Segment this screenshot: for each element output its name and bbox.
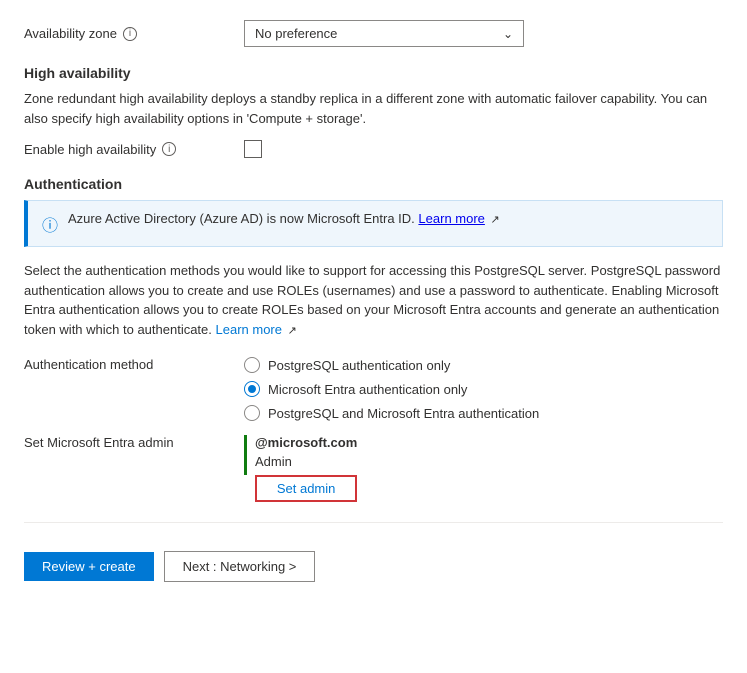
availability-zone-label: Availability zone [24, 26, 117, 41]
set-entra-admin-label: Set Microsoft Entra admin [24, 435, 174, 450]
availability-zone-dropdown[interactable]: No preference ⌄ [244, 20, 524, 47]
review-create-button[interactable]: Review + create [24, 552, 154, 581]
enable-ha-info-icon[interactable]: i [162, 142, 176, 156]
radio-label-entra: Microsoft Entra authentication only [268, 382, 467, 397]
enable-ha-checkbox[interactable] [244, 140, 262, 158]
banner-learn-more-link[interactable]: Learn more [418, 211, 484, 226]
availability-zone-value: No preference [255, 26, 337, 41]
high-availability-description: Zone redundant high availability deploys… [24, 89, 723, 128]
chevron-down-icon: ⌄ [503, 27, 513, 41]
admin-email: @microsoft.com [255, 435, 357, 450]
admin-control-group: @microsoft.com Admin Set admin [255, 435, 357, 502]
high-availability-title: High availability [24, 65, 723, 81]
radio-psql-only[interactable]: PostgreSQL authentication only [244, 357, 723, 373]
next-networking-button[interactable]: Next : Networking > [164, 551, 316, 582]
radio-psql-entra[interactable]: PostgreSQL and Microsoft Entra authentic… [244, 405, 723, 421]
info-icon: ⓘ [42, 212, 58, 236]
admin-label: Admin [255, 454, 357, 469]
banner-text: Azure Active Directory (Azure AD) is now… [68, 211, 500, 226]
set-admin-button[interactable]: Set admin [255, 475, 357, 502]
auth-method-label: Authentication method [24, 357, 153, 372]
auth-description: Select the authentication methods you wo… [24, 261, 723, 339]
authentication-title: Authentication [24, 176, 723, 192]
radio-circle-psql[interactable] [244, 357, 260, 373]
entra-info-banner: ⓘ Azure Active Directory (Azure AD) is n… [24, 200, 723, 247]
green-bar-indicator [244, 435, 247, 475]
auth-method-radio-group: PostgreSQL authentication only Microsoft… [244, 357, 723, 421]
external-link-icon: ↗ [491, 214, 500, 226]
radio-circle-psql-entra[interactable] [244, 405, 260, 421]
divider [24, 522, 723, 523]
desc-learn-more-link[interactable]: Learn more [216, 322, 282, 337]
radio-label-psql-entra: PostgreSQL and Microsoft Entra authentic… [268, 406, 539, 421]
radio-label-psql: PostgreSQL authentication only [268, 358, 450, 373]
enable-ha-label: Enable high availability [24, 142, 156, 157]
availability-zone-info-icon[interactable]: i [123, 27, 137, 41]
bottom-action-bar: Review + create Next : Networking > [24, 541, 723, 582]
external-link-icon-2: ↗ [288, 325, 297, 337]
radio-circle-entra[interactable] [244, 381, 260, 397]
radio-entra-only[interactable]: Microsoft Entra authentication only [244, 381, 723, 397]
